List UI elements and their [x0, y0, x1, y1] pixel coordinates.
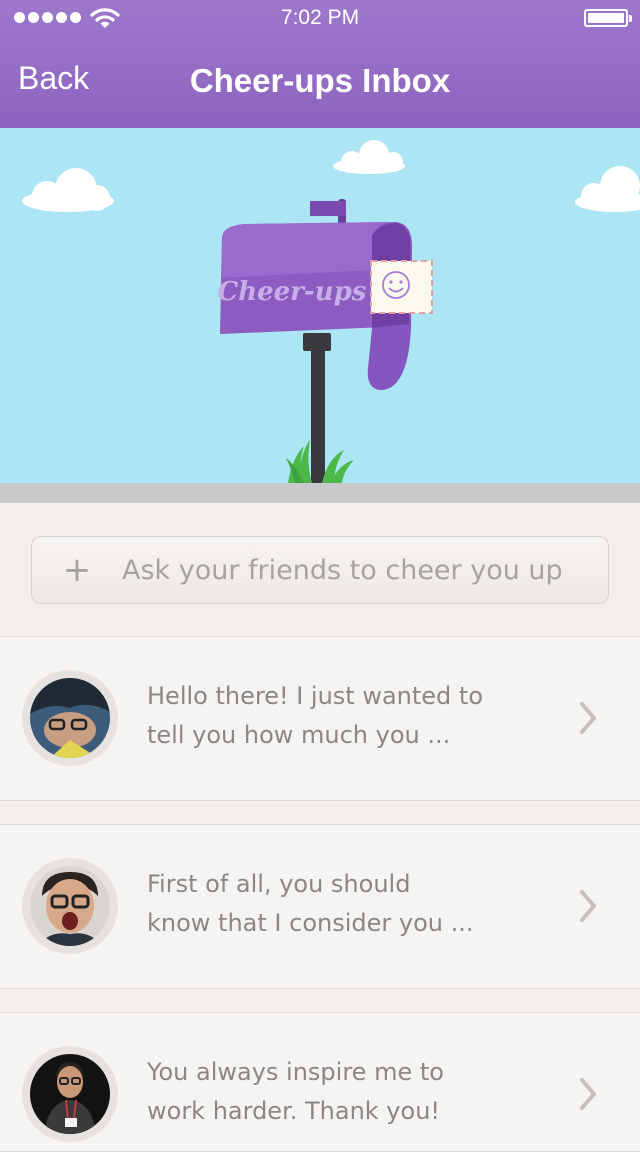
envelope-icon [370, 260, 433, 314]
mailbox-label: Cheer-ups [218, 277, 367, 307]
avatar-image [30, 1054, 110, 1134]
avatar [22, 670, 118, 766]
message-preview: Hello there! I just wanted to tell you h… [147, 677, 507, 755]
message-preview: You always inspire me to work harder. Th… [147, 1053, 507, 1131]
status-bar: 7:02 PM [0, 0, 640, 38]
cloud-icon [22, 168, 114, 212]
message-preview: First of all, you should know that I con… [147, 865, 507, 943]
message-row[interactable]: Hello there! I just wanted to tell you h… [0, 636, 640, 801]
chevron-right-icon [580, 702, 596, 734]
battery-icon [584, 9, 632, 27]
message-row[interactable]: First of all, you should know that I con… [0, 824, 640, 989]
ask-friends-label: Ask your friends to cheer you up [122, 554, 563, 586]
message-preview-line1: You always inspire me to [147, 1058, 444, 1086]
status-time: 7:02 PM [280, 6, 360, 29]
ground-strip [0, 483, 640, 503]
message-preview-line2: tell you how much you ... [147, 721, 451, 749]
chevron-right-icon [580, 890, 596, 922]
message-preview-line1: First of all, you should [147, 870, 411, 898]
message-preview-line1: Hello there! I just wanted to [147, 682, 484, 710]
avatar-image [30, 866, 110, 946]
message-row[interactable]: You always inspire me to work harder. Th… [0, 1012, 640, 1152]
hero-illustration: Cheer-ups [0, 128, 640, 483]
ask-friends-button[interactable]: + Ask your friends to cheer you up [31, 536, 609, 604]
cloud-icon [575, 166, 640, 212]
nav-header: 7:02 PM Back Cheer-ups Inbox [0, 0, 640, 128]
message-preview-line2: know that I consider you ... [147, 909, 474, 937]
avatar [22, 1046, 118, 1142]
chevron-right-icon [580, 1078, 596, 1110]
message-preview-line2: work harder. Thank you! [147, 1097, 441, 1125]
avatar-image [30, 678, 110, 758]
avatar [22, 858, 118, 954]
cloud-icon [333, 140, 405, 174]
plus-icon: + [62, 550, 92, 590]
page-title: Cheer-ups Inbox [189, 62, 451, 99]
